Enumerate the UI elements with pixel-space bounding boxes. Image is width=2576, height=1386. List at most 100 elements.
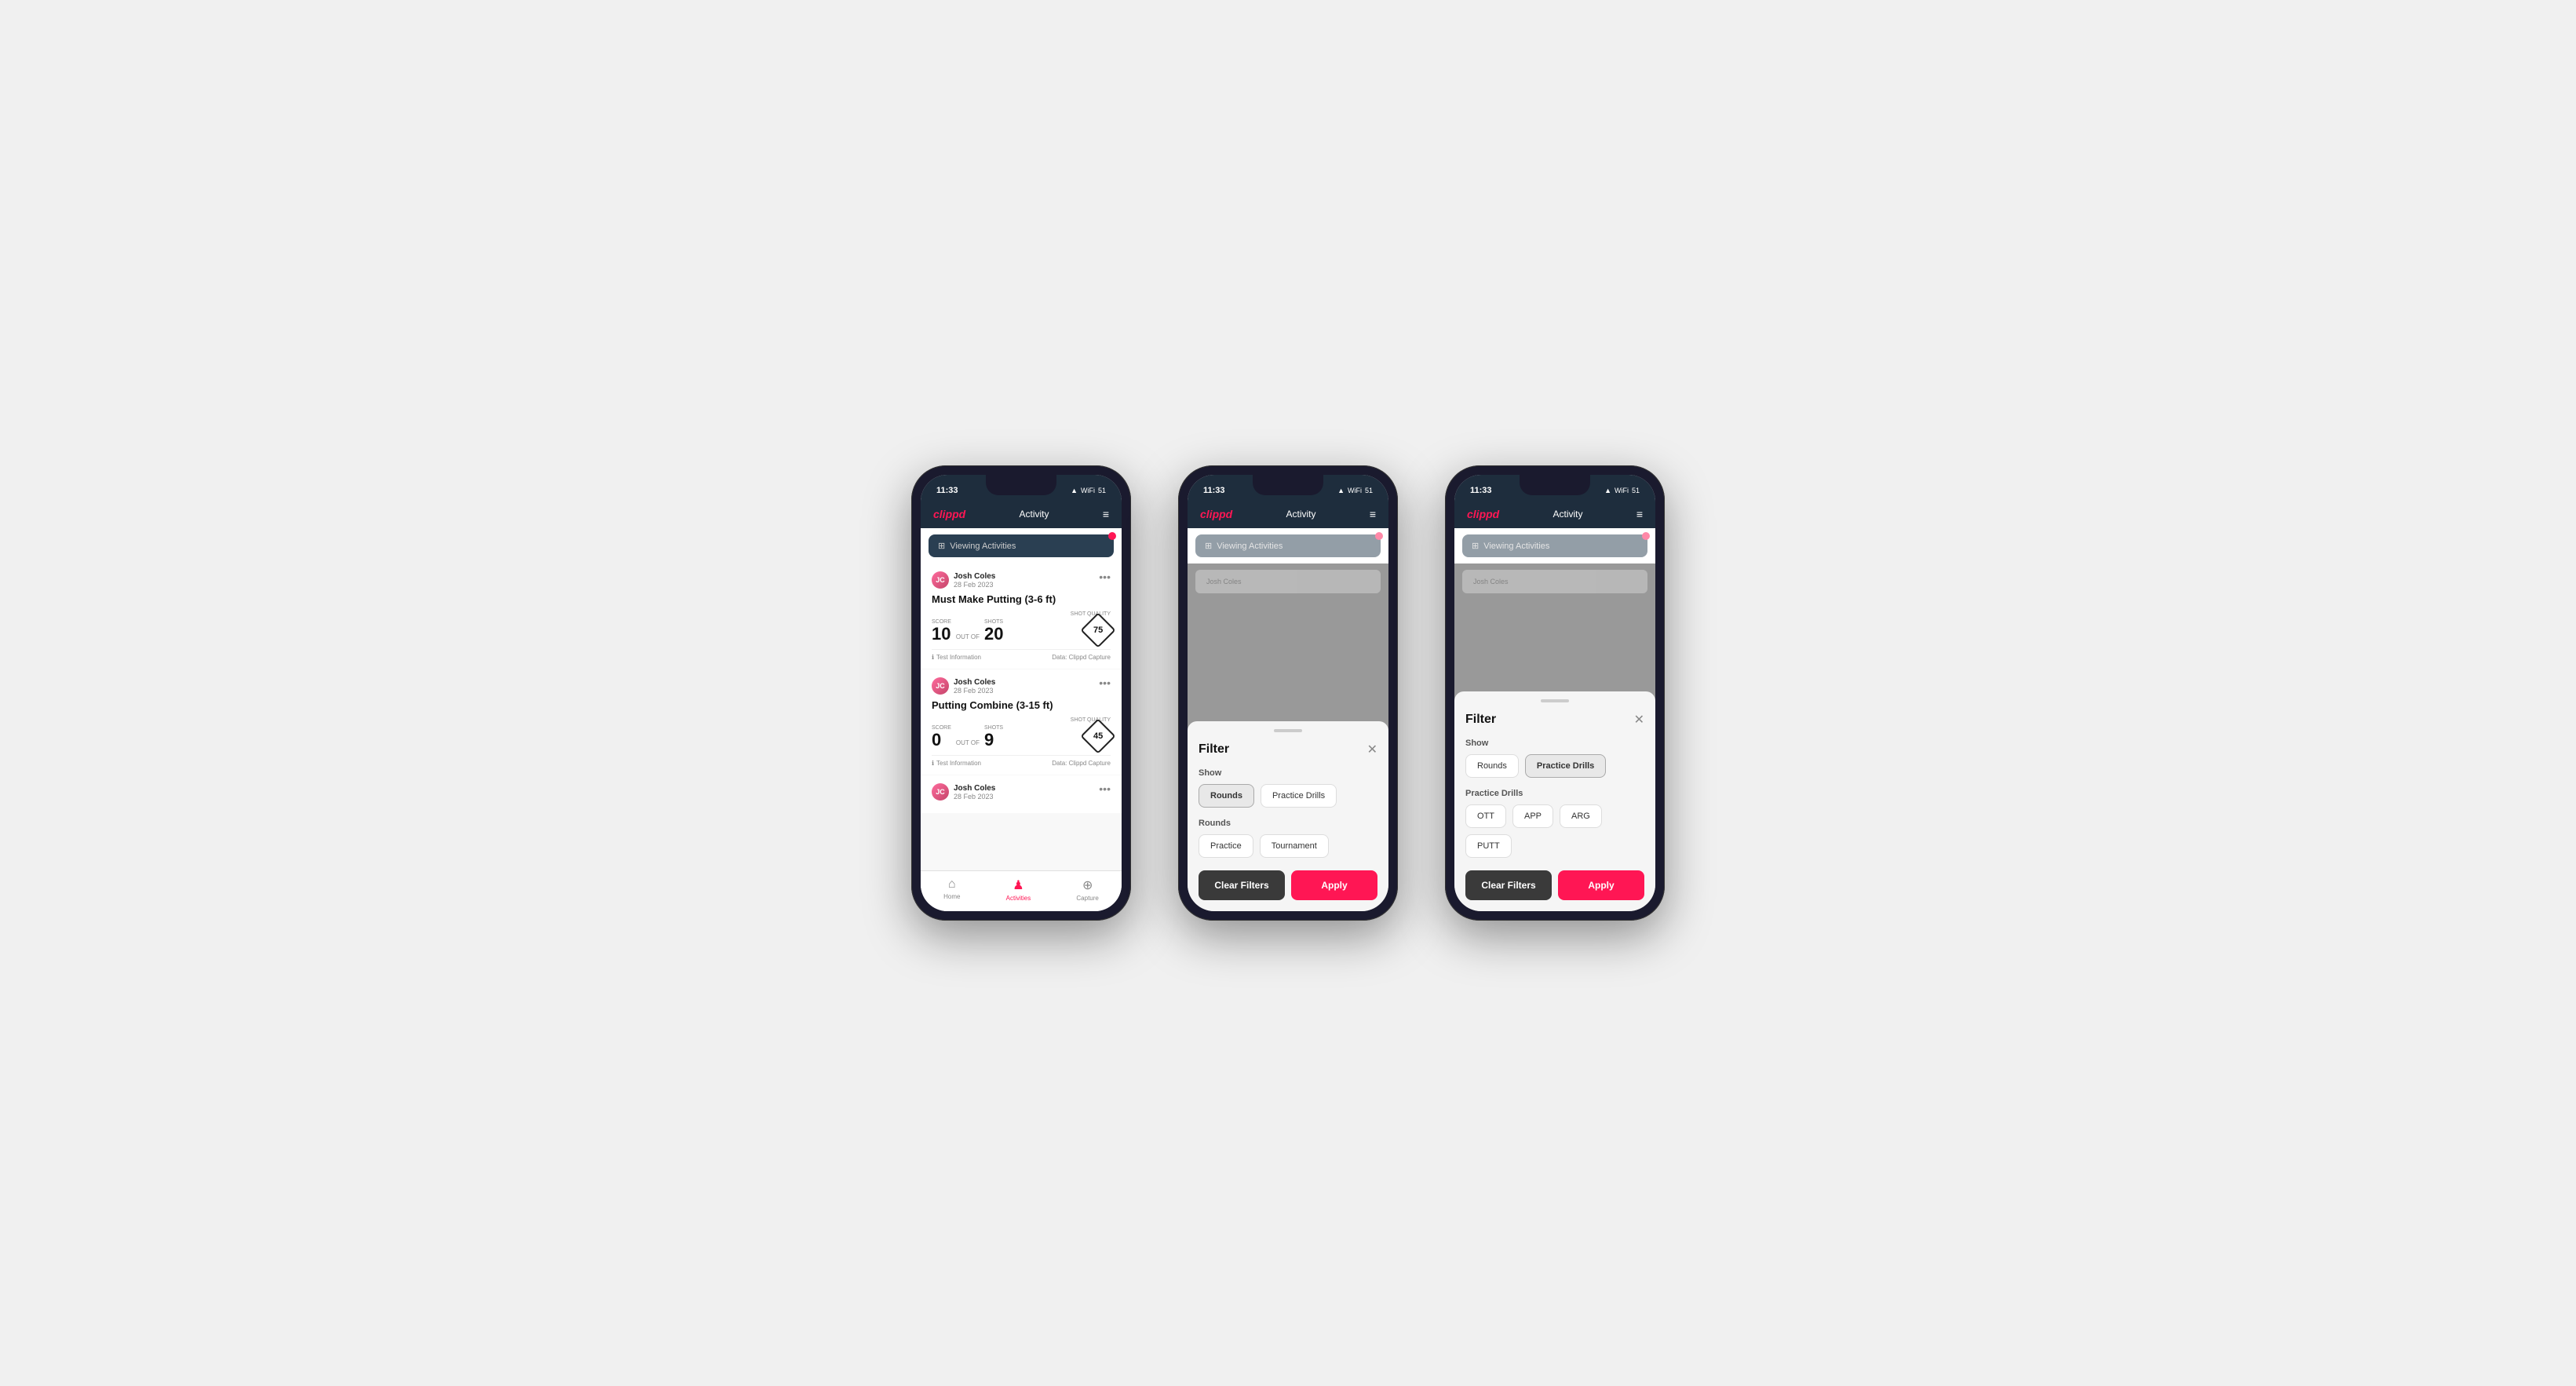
tournament-btn-2[interactable]: Tournament — [1260, 834, 1329, 858]
nav-bar-1: clippd Activity ≡ — [921, 502, 1122, 528]
viewing-banner-2: ⊞ Viewing Activities — [1195, 534, 1381, 557]
filter-handle-3 — [1541, 699, 1569, 702]
tab-home-label: Home — [943, 893, 960, 900]
filter-handle-2 — [1274, 729, 1302, 732]
card-header-2: JC Josh Coles 28 Feb 2023 ••• — [932, 677, 1111, 695]
card-footer-2: ℹ Test Information Data: Clippd Capture — [932, 755, 1111, 767]
stats-row-2: Score 0 OUT OF Shots 9 Shot Quality 45 — [932, 717, 1111, 749]
sq-label-2: Shot Quality — [1071, 717, 1111, 723]
shots-value-2: 9 — [984, 731, 1003, 749]
activity-card-3: JC Josh Coles 28 Feb 2023 ••• — [921, 775, 1122, 813]
shots-group-2: Shots 9 — [984, 725, 1003, 749]
avatar-img-2: JC — [932, 677, 949, 695]
practice-round-btn-2[interactable]: Practice — [1199, 834, 1253, 858]
arg-btn-3[interactable]: ARG — [1560, 804, 1602, 828]
test-info-2: ℹ Test Information — [932, 760, 981, 767]
app-btn-3[interactable]: APP — [1512, 804, 1553, 828]
tab-bar-1: ⌂ Home ♟ Activities ⊕ Capture — [921, 870, 1122, 911]
drills-buttons-3: OTT APP ARG PUTT — [1465, 804, 1644, 858]
practice-drills-btn-2[interactable]: Practice Drills — [1261, 784, 1337, 808]
out-of-2: OUT OF — [956, 739, 980, 749]
signal-icon-2: ▲ — [1337, 487, 1345, 494]
dimmed-bg-2: Josh Coles Filter ✕ Show Rounds Practice… — [1188, 564, 1388, 911]
show-buttons-2: Rounds Practice Drills — [1199, 784, 1377, 808]
nav-bar-3: clippd Activity ≡ — [1454, 502, 1655, 528]
status-icons-3: ▲ WiFi 51 — [1604, 487, 1640, 494]
banner-icon-1: ⊞ — [938, 541, 945, 551]
menu-button-1[interactable]: ≡ — [1103, 508, 1109, 520]
apply-btn-2[interactable]: Apply — [1291, 870, 1377, 900]
logo-3: clippd — [1467, 508, 1499, 520]
shot-quality-badge-2: 45 — [1080, 718, 1115, 753]
nav-title-1: Activity — [1020, 509, 1049, 520]
user-date-1: 28 Feb 2023 — [954, 581, 995, 589]
user-info-3: JC Josh Coles 28 Feb 2023 — [932, 783, 995, 801]
more-options-3[interactable]: ••• — [1099, 783, 1111, 794]
tab-capture[interactable]: ⊕ Capture — [1076, 877, 1098, 902]
rounds-btn-2[interactable]: Rounds — [1199, 784, 1254, 808]
status-icons-1: ▲ WiFi 51 — [1071, 487, 1106, 494]
filter-actions-3: Clear Filters Apply — [1465, 870, 1644, 900]
clear-filters-btn-2[interactable]: Clear Filters — [1199, 870, 1285, 900]
viewing-banner-1[interactable]: ⊞ Viewing Activities — [929, 534, 1114, 557]
stats-row-1: Score 10 OUT OF Shots 20 Shot Quality 75 — [932, 611, 1111, 643]
user-name-2: Josh Coles — [954, 678, 995, 687]
bg-card-3: Josh Coles — [1462, 570, 1647, 593]
shot-quality-value-1: 75 — [1093, 626, 1103, 635]
show-label-2: Show — [1199, 768, 1377, 778]
card-header-1: JC Josh Coles 28 Feb 2023 ••• — [932, 571, 1111, 589]
activity-card-2: JC Josh Coles 28 Feb 2023 ••• Putting Co… — [921, 669, 1122, 775]
clear-filters-btn-3[interactable]: Clear Filters — [1465, 870, 1552, 900]
putt-btn-3[interactable]: PUTT — [1465, 834, 1512, 858]
filter-close-3[interactable]: ✕ — [1634, 712, 1644, 728]
rounds-buttons-2: Practice Tournament — [1199, 834, 1377, 858]
filter-sheet-3: Filter ✕ Show Rounds Practice Drills Pra… — [1454, 691, 1655, 911]
nav-title-2: Activity — [1286, 509, 1316, 520]
battery-icon-3: 51 — [1632, 487, 1640, 494]
activity-title-1: Must Make Putting (3-6 ft) — [932, 593, 1111, 605]
rounds-btn-3[interactable]: Rounds — [1465, 754, 1519, 778]
filter-sheet-2: Filter ✕ Show Rounds Practice Drills Rou… — [1188, 721, 1388, 911]
logo-2: clippd — [1200, 508, 1232, 520]
home-icon: ⌂ — [948, 877, 956, 892]
wifi-icon-1: WiFi — [1081, 487, 1095, 494]
filter-header-3: Filter ✕ — [1465, 712, 1644, 728]
notification-dot-2 — [1375, 532, 1383, 540]
tab-activities[interactable]: ♟ Activities — [1006, 877, 1031, 902]
nav-bar-2: clippd Activity ≡ — [1188, 502, 1388, 528]
score-value-2: 0 — [932, 731, 951, 749]
status-icons-2: ▲ WiFi 51 — [1337, 487, 1373, 494]
screen-3: 11:33 ▲ WiFi 51 clippd Activity ≡ ⊞ View… — [1454, 475, 1655, 911]
filter-actions-2: Clear Filters Apply — [1199, 870, 1377, 900]
filter-close-2[interactable]: ✕ — [1367, 742, 1377, 757]
shot-quality-badge-1: 75 — [1080, 612, 1115, 647]
menu-button-2[interactable]: ≡ — [1370, 508, 1376, 520]
user-details-3: Josh Coles 28 Feb 2023 — [954, 784, 995, 801]
test-info-1: ℹ Test Information — [932, 654, 981, 661]
data-source-1: Data: Clippd Capture — [1052, 654, 1111, 661]
phone-1: 11:33 ▲ WiFi 51 clippd Activity ≡ ⊞ View… — [911, 465, 1131, 921]
status-time-3: 11:33 — [1470, 486, 1492, 495]
card-footer-1: ℹ Test Information Data: Clippd Capture — [932, 649, 1111, 661]
nav-title-3: Activity — [1553, 509, 1583, 520]
shot-quality-value-2: 45 — [1093, 731, 1103, 741]
activity-title-2: Putting Combine (3-15 ft) — [932, 699, 1111, 711]
tab-capture-label: Capture — [1076, 895, 1098, 902]
score-group-2: Score 0 — [932, 725, 951, 749]
more-options-2[interactable]: ••• — [1099, 677, 1111, 688]
user-name-3: Josh Coles — [954, 784, 995, 793]
tab-home[interactable]: ⌂ Home — [943, 877, 960, 902]
status-time-1: 11:33 — [936, 486, 958, 495]
notification-dot-3 — [1642, 532, 1650, 540]
practice-drills-btn-3[interactable]: Practice Drills — [1525, 754, 1606, 778]
score-group-1: Score 10 — [932, 619, 951, 643]
more-options-1[interactable]: ••• — [1099, 571, 1111, 582]
menu-button-3[interactable]: ≡ — [1636, 508, 1643, 520]
logo-1: clippd — [933, 508, 965, 520]
apply-btn-3[interactable]: Apply — [1558, 870, 1644, 900]
banner-icon-2: ⊞ — [1205, 541, 1212, 551]
dimmed-bg-3: Josh Coles Filter ✕ Show Rounds Practice… — [1454, 564, 1655, 911]
status-time-2: 11:33 — [1203, 486, 1225, 495]
ott-btn-3[interactable]: OTT — [1465, 804, 1506, 828]
scene: 11:33 ▲ WiFi 51 clippd Activity ≡ ⊞ View… — [864, 418, 1712, 968]
